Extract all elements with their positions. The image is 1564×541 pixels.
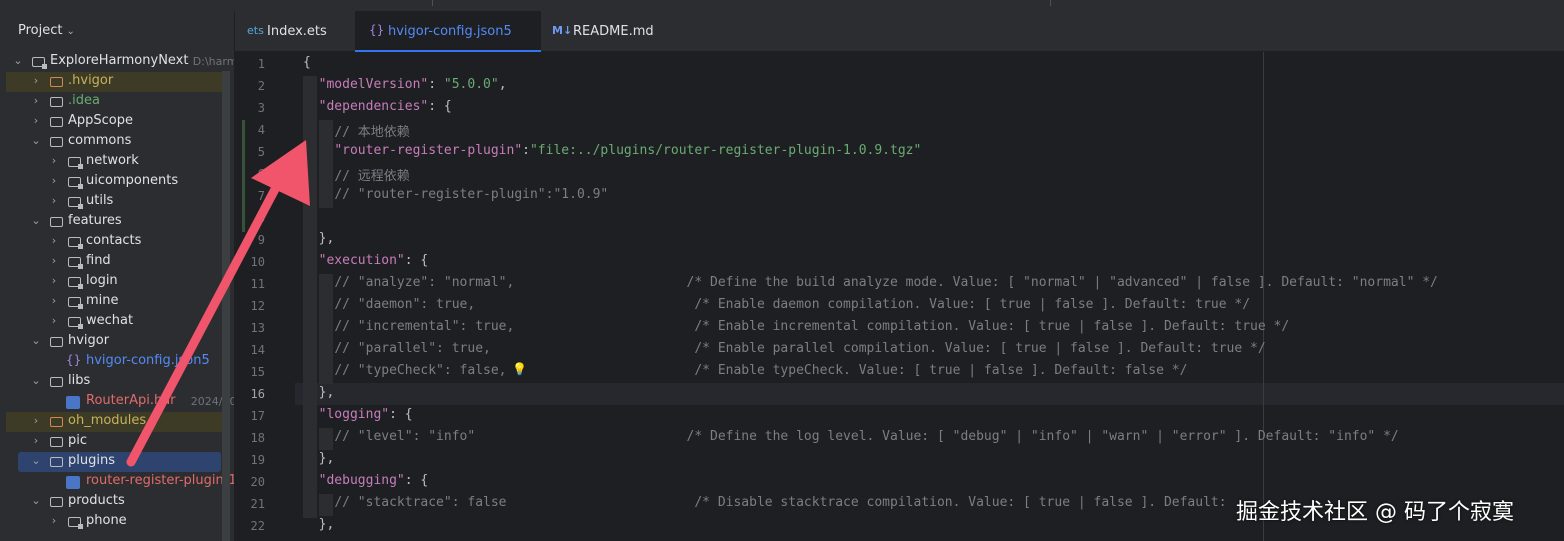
annotation-arrow-shaft: [126, 171, 287, 467]
annotation-arrow: [126, 140, 310, 467]
annotation-arrow-head: [251, 140, 310, 206]
watermark: 掘金技术社区 @ 码了个寂寞: [1236, 500, 1514, 525]
